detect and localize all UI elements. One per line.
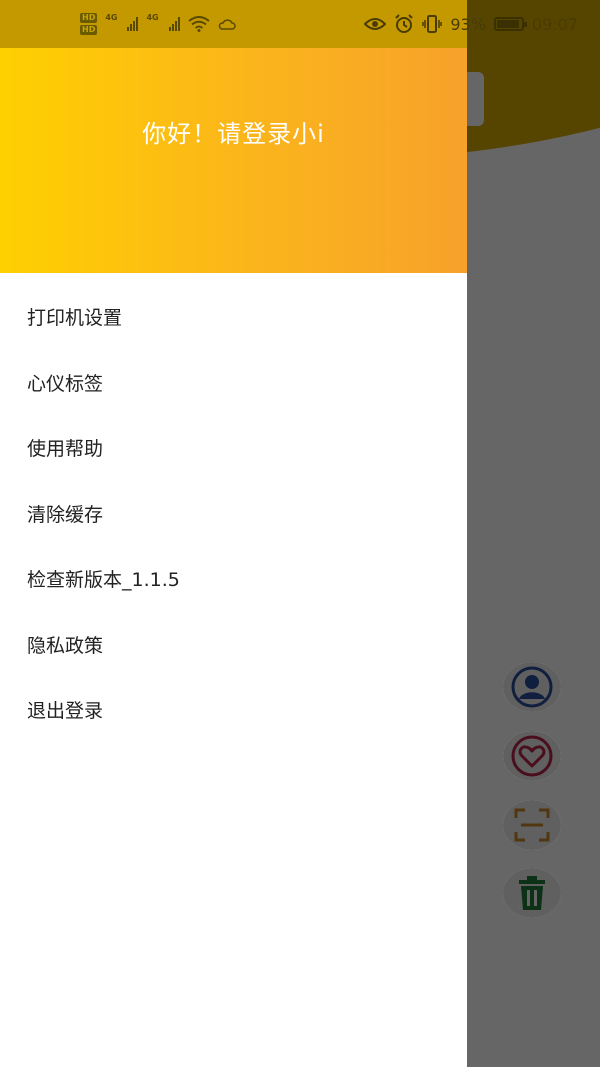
trash-icon [519, 876, 545, 910]
menu-item-logout[interactable]: 退出登录 [0, 677, 467, 743]
user-icon [511, 666, 553, 708]
signal-icon [168, 17, 180, 31]
menu-item-favorite-labels[interactable]: 心仪标签 [0, 350, 467, 416]
eye-icon [364, 18, 387, 30]
status-left: HD HD 4G 4G [80, 13, 236, 35]
network-type: 4G [146, 13, 159, 22]
menu-item-printer-settings[interactable]: 打印机设置 [0, 284, 467, 350]
signal-icon [127, 17, 139, 31]
vibrate-icon [422, 15, 443, 33]
weather-icon [218, 19, 236, 30]
menu-item-privacy-policy[interactable]: 隐私政策 [0, 612, 467, 678]
favorites-button[interactable] [503, 731, 561, 781]
battery-percent: 93% [450, 14, 486, 34]
alarm-icon [395, 14, 414, 33]
menu-item-clear-cache[interactable]: 清除缓存 [0, 481, 467, 547]
menu-item-help[interactable]: 使用帮助 [0, 415, 467, 481]
network-type: 4G [105, 13, 118, 22]
scan-icon [514, 808, 550, 842]
drawer-header: 你好！请登录小i [0, 48, 467, 273]
status-right: 93% 09:07 [364, 14, 578, 34]
heart-icon [511, 735, 553, 777]
wifi-icon [188, 16, 210, 32]
navigation-drawer: 你好！请登录小i 打印机设置 心仪标签 使用帮助 清除缓存 检查新版本_1.1.… [0, 0, 467, 1067]
profile-button[interactable] [503, 662, 561, 712]
hd-indicator: HD HD [80, 13, 98, 35]
delete-button[interactable] [503, 868, 561, 918]
menu-item-check-update[interactable]: 检查新版本_1.1.5 [0, 546, 467, 612]
drawer-menu: 打印机设置 心仪标签 使用帮助 清除缓存 检查新版本_1.1.5 隐私政策 退出… [0, 284, 467, 743]
login-greeting[interactable]: 你好！请登录小i [0, 114, 467, 149]
hd-label: HD [80, 13, 98, 23]
hd-label: HD [80, 25, 98, 35]
clock: 09:07 [531, 14, 578, 34]
battery-icon [493, 17, 527, 31]
status-bar: HD HD 4G 4G 93% 09:07 [0, 0, 600, 48]
scan-button[interactable] [503, 800, 561, 850]
